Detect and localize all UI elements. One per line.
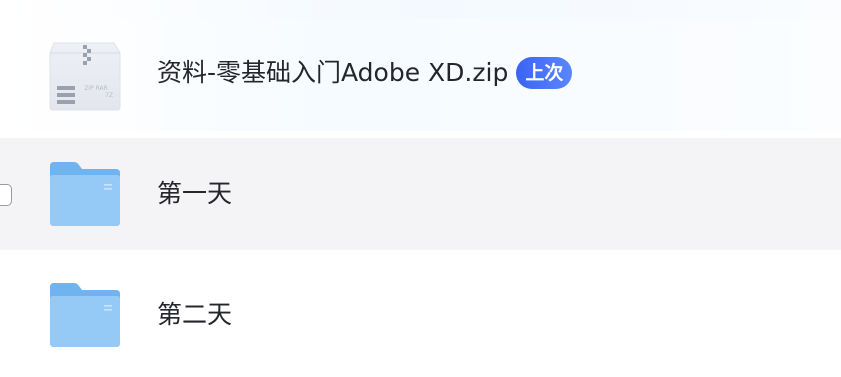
file-name-text[interactable]: 第一天 (157, 179, 232, 208)
list-top-fade (0, 0, 841, 19)
file-row-folder[interactable]: 第二天 (0, 258, 841, 370)
file-name-text[interactable]: 第二天 (157, 300, 232, 329)
file-name[interactable]: 资料-零基础入门Adobe XD.zip 上次 (157, 57, 573, 89)
folder-icon (48, 281, 122, 353)
file-name[interactable]: 第一天 (157, 178, 232, 210)
file-name[interactable]: 第二天 (157, 299, 232, 331)
file-name-text[interactable]: 资料-零基础入门Adobe XD.zip (157, 58, 508, 87)
file-row-zip[interactable]: ZIP RAR 7Z 资料-零基础入门Adobe XD.zip 上次 (0, 19, 841, 131)
file-row-folder[interactable]: 第一天 (0, 138, 841, 250)
file-list: ZIP RAR 7Z 资料-零基础入门Adobe XD.zip 上次 第一天 第… (0, 0, 841, 377)
svg-text:ZIP RAR: ZIP RAR (84, 85, 108, 92)
folder-icon (48, 160, 122, 232)
zip-archive-icon: ZIP RAR 7Z (48, 39, 122, 115)
row-checkbox[interactable] (0, 184, 12, 206)
svg-text:7Z: 7Z (105, 92, 113, 99)
last-opened-badge: 上次 (516, 57, 573, 89)
